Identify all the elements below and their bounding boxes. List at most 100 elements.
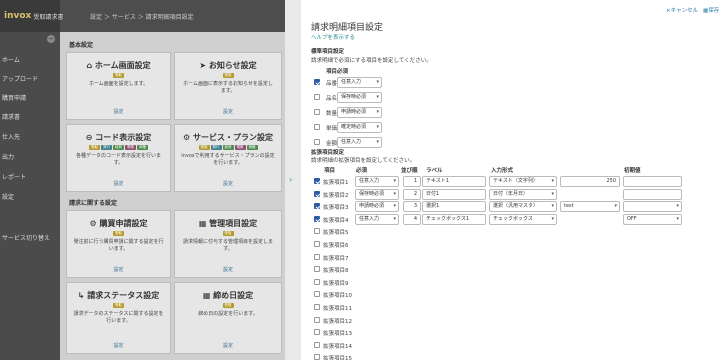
section-basic: 基本設定 (69, 42, 94, 49)
required-checkbox[interactable] (314, 94, 320, 100)
tag-issue: 発行 (210, 145, 222, 150)
save-button[interactable]: ▦保存 (703, 6, 719, 14)
card-settings-link[interactable]: 設定 (175, 266, 281, 273)
card-code-display[interactable]: ⊖ コード表示設定 受取 発行 経費 電帳 債権 各種データのコード表示設定を行… (66, 124, 171, 192)
sidebar-collapse-icon[interactable]: − (47, 35, 55, 43)
extended-item-checkbox[interactable] (314, 215, 320, 222)
default-value-field[interactable] (623, 201, 682, 213)
tag-receive: 受取 (113, 231, 124, 236)
card-home-settings[interactable]: ⌂ ホーム画面設定 受取 ホーム画面を設定します。 設定 (66, 52, 171, 120)
input-type-select[interactable]: チェックボックス (489, 213, 557, 225)
order-input[interactable]: 4 (403, 213, 421, 225)
tag-ebook: 電帳 (234, 145, 246, 150)
required-select[interactable]: 任意入力 (355, 213, 399, 225)
panel-gutter: › (285, 0, 301, 360)
card-service-plan[interactable]: ⚙ サービス・プラン設定 受取 発行 経費 電帳 債権 invoxで利用するサー… (174, 124, 282, 192)
card-settings-link[interactable]: 設定 (175, 342, 281, 349)
card-settings-link[interactable]: 設定 (67, 180, 170, 187)
max-length-input[interactable]: 250 (560, 176, 620, 187)
default-value-field[interactable] (623, 188, 682, 200)
top-bar: invox 受取請求書 設定 ＞ サービス ＞ 請求明細項目設定 (0, 0, 290, 32)
extended-item-checkbox[interactable] (314, 341, 320, 348)
required-checkbox[interactable] (314, 79, 320, 85)
required-select[interactable]: 確定時必須 (337, 122, 382, 133)
extended-item-label: 拡張項目6 (323, 243, 349, 249)
input-type-select[interactable]: 日付（年月日） (489, 188, 557, 200)
sidebar-item-suppliers[interactable]: 仕入先 (2, 132, 20, 141)
card-desc: ホーム画面を設定します。 (88, 81, 149, 87)
card-title: ▦ 管理項目設定 (198, 219, 258, 228)
input-type-select[interactable]: テキスト（文字列） (489, 176, 557, 187)
sidebar-item-export[interactable]: 出力 (2, 152, 14, 161)
help-link[interactable]: ヘルプを表示する (311, 33, 355, 41)
sidebar-item-report[interactable]: レポート (2, 172, 26, 181)
label-input[interactable]: チェックボックス1 (422, 213, 486, 225)
sidebar-item-purchase[interactable]: 購買申請 (2, 93, 26, 102)
extended-item-checkbox[interactable] (314, 253, 320, 260)
required-select[interactable]: 任意入力 (355, 176, 399, 187)
required-checkbox[interactable] (314, 124, 320, 130)
card-notice-settings[interactable]: ➤ お知らせ設定 受取 ホーム画面に表示するお知らせを設定します。 設定 (174, 52, 282, 120)
order-input[interactable]: 3 (403, 201, 421, 213)
extended-item-label: 拡張項目10 (323, 293, 352, 300)
card-settings-link[interactable]: 設定 (67, 266, 170, 273)
extended-item-label: 拡張項目15 (323, 356, 352, 360)
extended-item-checkbox[interactable] (314, 354, 320, 360)
required-select[interactable]: 申請時必須 (337, 107, 382, 118)
extended-item-checkbox[interactable] (314, 203, 320, 210)
card-settings-link[interactable]: 設定 (67, 342, 170, 349)
card-title: ⚙ サービス・プラン設定 (183, 133, 273, 142)
order-input[interactable]: 1 (403, 176, 421, 187)
order-input[interactable]: 2 (403, 188, 421, 200)
required-checkbox[interactable] (314, 109, 320, 115)
extended-item-checkbox[interactable] (314, 291, 320, 298)
sidebar-item-invoices[interactable]: 請求書 (2, 112, 20, 121)
sidebar-item-upload[interactable]: アップロード (2, 74, 38, 83)
required-select[interactable]: 任意入力 (337, 77, 382, 88)
sidebar-item-settings[interactable]: 設定 (2, 192, 14, 201)
label-input[interactable]: テキスト1 (422, 176, 486, 187)
card-desc: ホーム画面に表示するお知らせを設定します。 (183, 81, 273, 94)
tag-receive: 受取 (222, 231, 234, 236)
extended-item-checkbox[interactable] (314, 316, 320, 323)
card-title: ↳ 請求ステータス設定 (77, 291, 160, 300)
required-select[interactable]: 申請時必須 (355, 201, 399, 213)
default-value-field[interactable]: OFF (623, 213, 682, 225)
card-invoice-status[interactable]: ↳ 請求ステータス設定 受取 請求データのステータスに関する設定を行います。 設… (66, 282, 171, 354)
input-type-select[interactable]: 選択（汎用マスタ） (489, 201, 557, 213)
extended-item-checkbox[interactable] (314, 266, 320, 273)
required-checkbox[interactable] (314, 139, 320, 145)
extended-item-checkbox[interactable] (314, 278, 320, 285)
standard-item-label: 単価 (326, 126, 338, 132)
extended-item-checkbox[interactable] (314, 228, 320, 235)
required-select[interactable]: 任意入力 (337, 137, 382, 148)
sidebar-item-switch-service[interactable]: サービス切り替え (2, 233, 50, 242)
extended-item-label: 拡張項目2 (323, 192, 349, 199)
card-settings-link[interactable]: 設定 (67, 108, 170, 115)
cancel-button[interactable]: ×キャンセル (666, 6, 698, 14)
app-logo[interactable]: invox 受取請求書 (0, 0, 63, 32)
card-closing-date[interactable]: ▦ 締め日設定 受取 締め日の設定を行います。 設定 (174, 282, 282, 354)
default-value-field[interactable] (623, 176, 682, 187)
required-select[interactable]: 保存時必須 (355, 188, 399, 200)
card-desc: 締め日の設定を行います。 (198, 311, 258, 317)
extended-item-checkbox[interactable] (314, 241, 320, 247)
card-purchase-request[interactable]: ⚙ 購買申請設定 受取 発注前に行う購買申請に関する設定を行います。 設定 (66, 210, 171, 278)
master-select[interactable]: test (560, 201, 620, 213)
card-settings-link[interactable]: 設定 (175, 180, 281, 187)
label-input[interactable]: 日付1 (422, 188, 486, 200)
label-input[interactable]: 選択1 (422, 201, 486, 213)
tag-credit: 債権 (246, 145, 258, 150)
extended-item-checkbox[interactable] (314, 178, 320, 184)
extended-item-checkbox[interactable] (314, 329, 320, 336)
sidebar-item-home[interactable]: ホーム (2, 55, 20, 64)
chevron-right-icon[interactable]: › (289, 175, 292, 184)
extended-item-checkbox[interactable] (314, 190, 320, 197)
required-select[interactable]: 保存時必須 (337, 92, 382, 103)
extended-item-label: 拡張項目8 (323, 268, 349, 275)
gear-icon: ⚙ (183, 133, 191, 142)
card-settings-link[interactable]: 設定 (175, 108, 281, 115)
tag-receive: 受取 (222, 73, 234, 78)
extended-item-checkbox[interactable] (314, 304, 320, 310)
card-management-items[interactable]: ▦ 管理項目設定 受取 請求情報に付与する管理項目を設定します。 設定 (174, 210, 282, 278)
